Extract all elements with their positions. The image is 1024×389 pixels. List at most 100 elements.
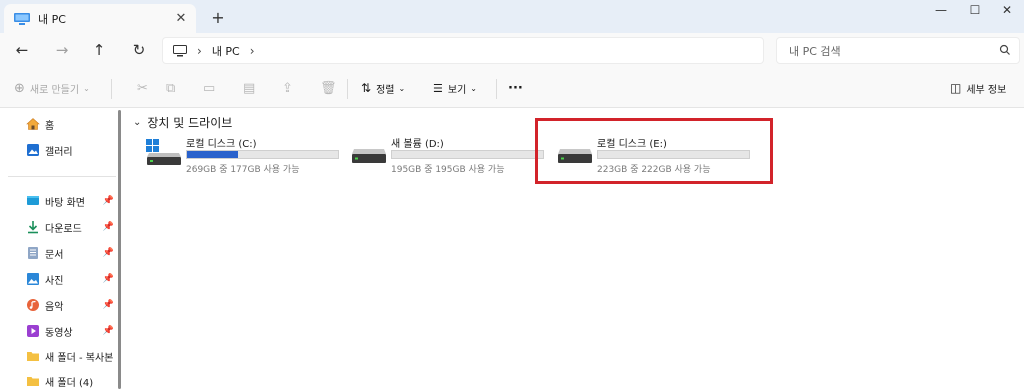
folder-icon — [27, 352, 39, 361]
tab-my-pc[interactable]: 내 PC ✕ — [4, 4, 196, 33]
details-button[interactable]: ◫ 세부 정보 — [950, 79, 1006, 97]
sidebar-item-label: 동영상 — [45, 327, 73, 339]
gallery-icon — [27, 144, 39, 156]
navigation-bar: ← → ↑ ↻ › 내 PC › 내 PC 검색 — [0, 33, 1024, 69]
paste-icon[interactable]: ▭ — [203, 79, 215, 97]
document-icon — [28, 247, 38, 259]
rename-icon[interactable]: ▤ — [243, 79, 255, 97]
tab-close-icon[interactable]: ✕ — [174, 11, 188, 26]
sidebar-item-label: 문서 — [45, 249, 64, 261]
back-button[interactable]: ← — [10, 39, 34, 61]
drive-name: 로컬 디스크 (C:) — [186, 139, 257, 150]
refresh-button[interactable]: ↻ — [127, 39, 151, 61]
chevron-down-icon: ⌄ — [470, 83, 477, 93]
sidebar-item-label: 새 폴더 - 복사본 — [45, 352, 114, 364]
sidebar-item-folder-copy[interactable]: 새 폴더 - 복사본 — [26, 347, 118, 365]
folder-icon — [27, 377, 39, 386]
details-pane-icon: ◫ — [950, 81, 962, 95]
sort-icon: ⇅ — [361, 81, 372, 95]
chevron-down-icon: ⌄ — [83, 83, 90, 93]
new-tab-button[interactable]: + — [210, 8, 226, 27]
computer-icon — [173, 44, 187, 56]
chevron-down-icon: ⌄ — [398, 83, 406, 93]
pin-icon[interactable]: 📌 — [103, 222, 114, 232]
pin-icon[interactable]: 📌 — [103, 274, 114, 284]
view-label: 보기 — [447, 84, 467, 96]
search-input[interactable]: 내 PC 검색 — [776, 37, 1020, 64]
sidebar-item-label: 새 폴더 (4) — [45, 377, 94, 389]
sidebar-item-documents[interactable]: 문서 📌 — [26, 244, 118, 262]
new-button[interactable]: ⊕ 새로 만들기 ⌄ — [14, 79, 90, 97]
pin-icon[interactable]: 📌 — [103, 326, 114, 336]
music-icon — [27, 299, 39, 311]
drive-c[interactable]: 로컬 디스크 (C:) 269GB 중 177GB 사용 가능 — [146, 133, 346, 177]
sidebar-scrollbar[interactable] — [118, 110, 121, 389]
sidebar-item-pictures[interactable]: 사진 📌 — [26, 270, 118, 288]
up-button[interactable]: ↑ — [87, 39, 111, 61]
sidebar-item-label: 홈 — [45, 120, 55, 132]
group-title: 장치 및 드라이브 — [147, 116, 233, 130]
highlight-box — [535, 118, 773, 184]
share-icon[interactable]: ⇪ — [282, 79, 293, 97]
sort-button[interactable]: ⇅ 정렬 ⌄ — [361, 79, 405, 97]
search-icon — [999, 44, 1010, 55]
sidebar-item-label: 다운로드 — [45, 223, 82, 235]
more-options-button[interactable]: ··· — [508, 79, 523, 97]
sidebar-item-folder-4[interactable]: 새 폴더 (4) — [26, 372, 118, 389]
sidebar-divider — [8, 176, 116, 177]
sidebar-item-desktop[interactable]: 바탕 화면 📌 — [26, 192, 118, 210]
forward-button[interactable]: → — [50, 39, 74, 61]
sidebar-item-gallery[interactable]: 갤러리 — [26, 141, 118, 159]
copy-icon[interactable]: ⧉ — [166, 79, 175, 97]
plus-icon: ⊕ — [14, 80, 25, 96]
title-bar: 내 PC ✕ + — ☐ ✕ — [0, 0, 1024, 33]
breadcrumb-my-pc[interactable]: 내 PC — [212, 43, 240, 59]
home-icon — [26, 118, 40, 130]
chevron-right-icon[interactable]: › — [250, 44, 255, 58]
pin-icon[interactable]: 📌 — [103, 196, 114, 206]
drive-name: 새 볼륨 (D:) — [391, 139, 444, 150]
command-bar: ⊕ 새로 만들기 ⌄ ✂ ⧉ ▭ ▤ ⇪ 🗑 ⇅ 정렬 ⌄ ☰ 보기 ⌄ ···… — [0, 69, 1024, 108]
drive-usage-fill — [187, 151, 239, 158]
address-bar[interactable]: › 내 PC › — [162, 37, 764, 64]
video-icon — [27, 325, 39, 337]
drive-icon — [352, 149, 386, 163]
delete-icon[interactable]: 🗑 — [320, 79, 337, 97]
download-icon — [28, 221, 38, 234]
sidebar-item-label: 음악 — [45, 301, 64, 313]
chevron-right-icon: › — [197, 43, 202, 58]
sort-label: 정렬 — [376, 84, 395, 96]
sidebar-item-home[interactable]: 홈 — [26, 115, 118, 133]
chevron-down-icon: ⌄ — [133, 117, 142, 128]
view-button[interactable]: ☰ 보기 ⌄ — [433, 79, 477, 97]
drive-d[interactable]: 새 볼륨 (D:) 195GB 중 195GB 사용 가능 — [351, 133, 551, 177]
cut-icon[interactable]: ✂ — [137, 79, 148, 97]
search-placeholder: 내 PC 검색 — [789, 44, 841, 58]
sidebar-item-label: 바탕 화면 — [45, 197, 85, 209]
sidebar-item-downloads[interactable]: 다운로드 📌 — [26, 218, 118, 236]
group-header-devices[interactable]: ⌄ 장치 및 드라이브 — [133, 114, 232, 131]
divider — [111, 79, 112, 99]
windows-drive-icon — [146, 139, 181, 165]
pictures-icon — [27, 273, 39, 285]
divider — [347, 79, 348, 99]
desktop-icon — [27, 196, 39, 205]
pin-icon[interactable]: 📌 — [103, 300, 114, 310]
divider — [496, 79, 497, 99]
drive-usage-bar — [391, 150, 544, 159]
tab-label: 내 PC — [38, 12, 66, 26]
maximize-button[interactable]: ☐ — [960, 3, 990, 23]
drive-space-info: 195GB 중 195GB 사용 가능 — [391, 165, 505, 175]
sidebar-item-label: 사진 — [45, 275, 64, 287]
details-label: 세부 정보 — [966, 84, 1007, 96]
sidebar-item-music[interactable]: 음악 📌 — [26, 296, 118, 314]
computer-icon — [14, 12, 30, 25]
minimize-button[interactable]: — — [926, 3, 956, 23]
drive-usage-bar — [186, 150, 339, 159]
drive-space-info: 269GB 중 177GB 사용 가능 — [186, 165, 300, 175]
close-window-button[interactable]: ✕ — [992, 3, 1022, 23]
pin-icon[interactable]: 📌 — [103, 248, 114, 258]
sidebar-item-label: 갤러리 — [45, 146, 73, 158]
sidebar-item-videos[interactable]: 동영상 📌 — [26, 322, 118, 340]
new-label: 새로 만들기 — [29, 84, 80, 96]
